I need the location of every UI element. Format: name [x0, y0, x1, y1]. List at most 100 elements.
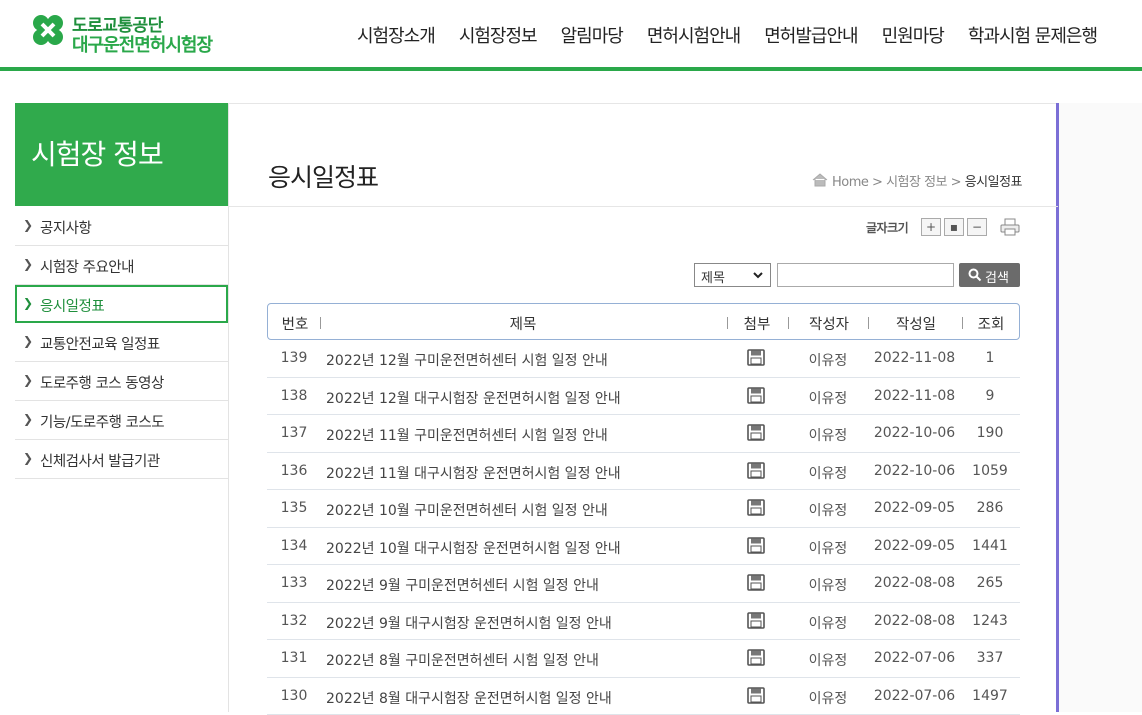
row-subject-link[interactable]: 2022년 12월 대구시험장 운전면허시험 일정 안내: [326, 388, 621, 408]
search-button[interactable]: 검색: [959, 263, 1020, 287]
chevron-right-icon: ❯: [23, 218, 33, 232]
search-field-select[interactable]: 제목: [694, 263, 771, 287]
nav-item-exam-guide[interactable]: 면허시험안내: [635, 22, 752, 48]
header-subject: 제목: [468, 313, 578, 334]
table-row[interactable]: 137 2022년 11월 구미운전면허센터 시험 일정 안내 이유정 2022-10…: [267, 415, 1020, 453]
row-views: 265: [964, 575, 1016, 591]
header-date: 작성일: [874, 313, 958, 334]
site-logo[interactable]: 도로교통공단 대구운전면허시험장: [28, 8, 268, 56]
right-accent-bar: [1056, 103, 1059, 712]
row-writer: 이유정: [797, 388, 859, 408]
row-writer: 이유정: [797, 463, 859, 483]
row-views: 337: [964, 650, 1016, 666]
floppy-disk-icon[interactable]: [747, 574, 765, 595]
table-row[interactable]: 1312022년 8월 구미운전면허센터 시험 일정 안내이유정2022-07-…: [267, 640, 1020, 678]
table-row[interactable]: 1342022년 10월 대구시험장 운전면허시험 일정 안내이유정2022-0…: [267, 528, 1020, 566]
floppy-disk-icon[interactable]: [747, 387, 765, 408]
nav-item-question-bank[interactable]: 학과시험 문제은행: [956, 22, 1109, 48]
row-date: 2022-10-06: [867, 425, 962, 441]
sidebar-item-notice[interactable]: ❯공지사항: [15, 207, 228, 246]
table-row[interactable]: 1302022년 8월 대구시험장 운전면허시험 일정 안내이유정2022-07…: [267, 678, 1020, 715]
row-date: 2022-09-05: [867, 500, 962, 516]
nav-item-issue-guide[interactable]: 면허발급안내: [752, 22, 869, 48]
floppy-disk-icon[interactable]: [747, 424, 765, 445]
nav-item-notice[interactable]: 알림마당: [549, 22, 635, 48]
table-row[interactable]: 1362022년 11월 대구시험장 운전면허시험 일정 안내이유정2022-1…: [267, 453, 1020, 491]
breadcrumb: Home > 시험장 정보 > 응시일정표: [812, 171, 1022, 190]
floppy-disk-icon[interactable]: [747, 687, 765, 708]
row-views: 9: [964, 388, 1016, 404]
font-size-label: 글자크기: [866, 219, 908, 236]
row-num: 135: [267, 500, 321, 516]
search-input[interactable]: [777, 263, 954, 287]
row-writer: 이유정: [797, 425, 859, 445]
row-subject-link[interactable]: 2022년 9월 대구시험장 운전면허시험 일정 안내: [326, 613, 612, 633]
title-divider: [228, 206, 1058, 207]
row-subject-link[interactable]: 2022년 10월 구미운전면허센터 시험 일정 안내: [326, 500, 608, 520]
floppy-disk-icon[interactable]: [747, 349, 765, 370]
row-writer: 이유정: [797, 650, 859, 670]
row-views: 1: [964, 350, 1016, 366]
chevron-right-icon: ❯: [23, 257, 33, 271]
row-subject-link[interactable]: 2022년 8월 대구시험장 운전면허시험 일정 안내: [326, 688, 612, 708]
sidebar-item-exam-schedule[interactable]: ❯응시일정표: [15, 285, 228, 323]
row-date: 2022-07-06: [867, 650, 962, 666]
table-row[interactable]: 1382022년 12월 대구시험장 운전면허시험 일정 안내이유정2022-1…: [267, 378, 1020, 416]
page-title: 응시일정표: [268, 158, 378, 194]
chevron-down-icon: [752, 268, 764, 282]
floppy-disk-icon[interactable]: [747, 649, 765, 670]
chevron-right-icon: ❯: [23, 296, 33, 310]
sidebar-item-safety-education[interactable]: ❯교통안전교육 일정표: [15, 323, 228, 362]
schedule-table: 번호 제목 첨부 작성자 작성일 조회 139 2022년 12월 구미운전면허센…: [267, 303, 1020, 715]
logo-site-name: 대구운전면허시험장: [72, 31, 212, 57]
row-subject-link[interactable]: 2022년 11월 대구시험장 운전면허시험 일정 안내: [326, 463, 621, 483]
row-date: 2022-11-08: [867, 350, 962, 366]
breadcrumb-current: 응시일정표: [965, 175, 1022, 190]
sidebar-item-medical-cert[interactable]: ❯신체검사서 발급기관: [15, 440, 228, 479]
site-header: 도로교통공단 대구운전면허시험장 시험장소개 시험장정보 알림마당 면허시험안내…: [0, 0, 1142, 67]
home-icon: [812, 173, 828, 187]
nav-item-civil[interactable]: 민원마당: [870, 22, 956, 48]
table-row[interactable]: 1322022년 9월 대구시험장 운전면허시험 일정 안내이유정2022-08…: [267, 603, 1020, 641]
nav-item-about[interactable]: 시험장소개: [345, 22, 447, 48]
row-date: 2022-08-08: [867, 613, 962, 629]
breadcrumb-section[interactable]: 시험장 정보: [886, 175, 947, 190]
sidebar-menu: ❯공지사항 ❯시험장 주요안내 ❯응시일정표 ❯교통안전교육 일정표 ❯도로주행…: [15, 207, 228, 479]
row-num: 139: [267, 350, 321, 366]
row-subject-link[interactable]: 2022년 10월 대구시험장 운전면허시험 일정 안내: [326, 538, 621, 558]
font-increase-button[interactable]: +: [921, 218, 941, 236]
row-subject-link[interactable]: 2022년 8월 구미운전면허센터 시험 일정 안내: [326, 650, 599, 670]
font-reset-button[interactable]: ▪: [944, 218, 964, 236]
row-date: 2022-10-06: [867, 463, 962, 479]
sidebar-item-road-course-video[interactable]: ❯도로주행 코스 동영상: [15, 362, 228, 401]
floppy-disk-icon[interactable]: [747, 462, 765, 483]
row-subject-link[interactable]: 2022년 11월 구미운전면허센터 시험 일정 안내: [326, 425, 608, 445]
header-writer: 작성자: [796, 313, 862, 334]
print-icon[interactable]: [1000, 218, 1020, 236]
floppy-disk-icon[interactable]: [747, 499, 765, 520]
floppy-disk-icon[interactable]: [747, 612, 765, 633]
sidebar-title: 시험장 정보: [31, 133, 163, 173]
breadcrumb-home[interactable]: Home: [832, 175, 868, 190]
nav-item-info[interactable]: 시험장정보: [447, 22, 549, 48]
main-nav: 시험장소개 시험장정보 알림마당 면허시험안내 면허발급안내 민원마당 학과시험…: [345, 22, 1109, 48]
sidebar-item-course-map[interactable]: ❯기능/도로주행 코스도: [15, 401, 228, 440]
row-writer: 이유정: [797, 500, 859, 520]
row-date: 2022-11-08: [867, 388, 962, 404]
chevron-right-icon: ❯: [23, 373, 33, 387]
table-row[interactable]: 139 2022년 12월 구미운전면허센터 시험 일정 안내 이유정 2022-11…: [267, 340, 1020, 378]
row-num: 137: [267, 425, 321, 441]
row-views: 190: [964, 425, 1016, 441]
search-icon: [968, 268, 982, 282]
header-divider: [0, 67, 1142, 71]
table-row[interactable]: 1332022년 9월 구미운전면허센터 시험 일정 안내이유정2022-08-…: [267, 565, 1020, 603]
row-subject-link[interactable]: 2022년 12월 구미운전면허센터 시험 일정 안내: [326, 350, 608, 370]
table-row[interactable]: 135 2022년 10월 구미운전면허센터 시험 일정 안내 이유정 2022-09…: [267, 490, 1020, 528]
floppy-disk-icon[interactable]: [747, 537, 765, 558]
row-subject-link[interactable]: 2022년 9월 구미운전면허센터 시험 일정 안내: [326, 575, 599, 595]
font-decrease-button[interactable]: −: [967, 218, 987, 236]
table-header: 번호 제목 첨부 작성자 작성일 조회: [267, 303, 1020, 340]
sidebar-item-main-guide[interactable]: ❯시험장 주요안내: [15, 246, 228, 285]
row-writer: 이유정: [797, 350, 859, 370]
row-views: 1497: [964, 688, 1016, 704]
